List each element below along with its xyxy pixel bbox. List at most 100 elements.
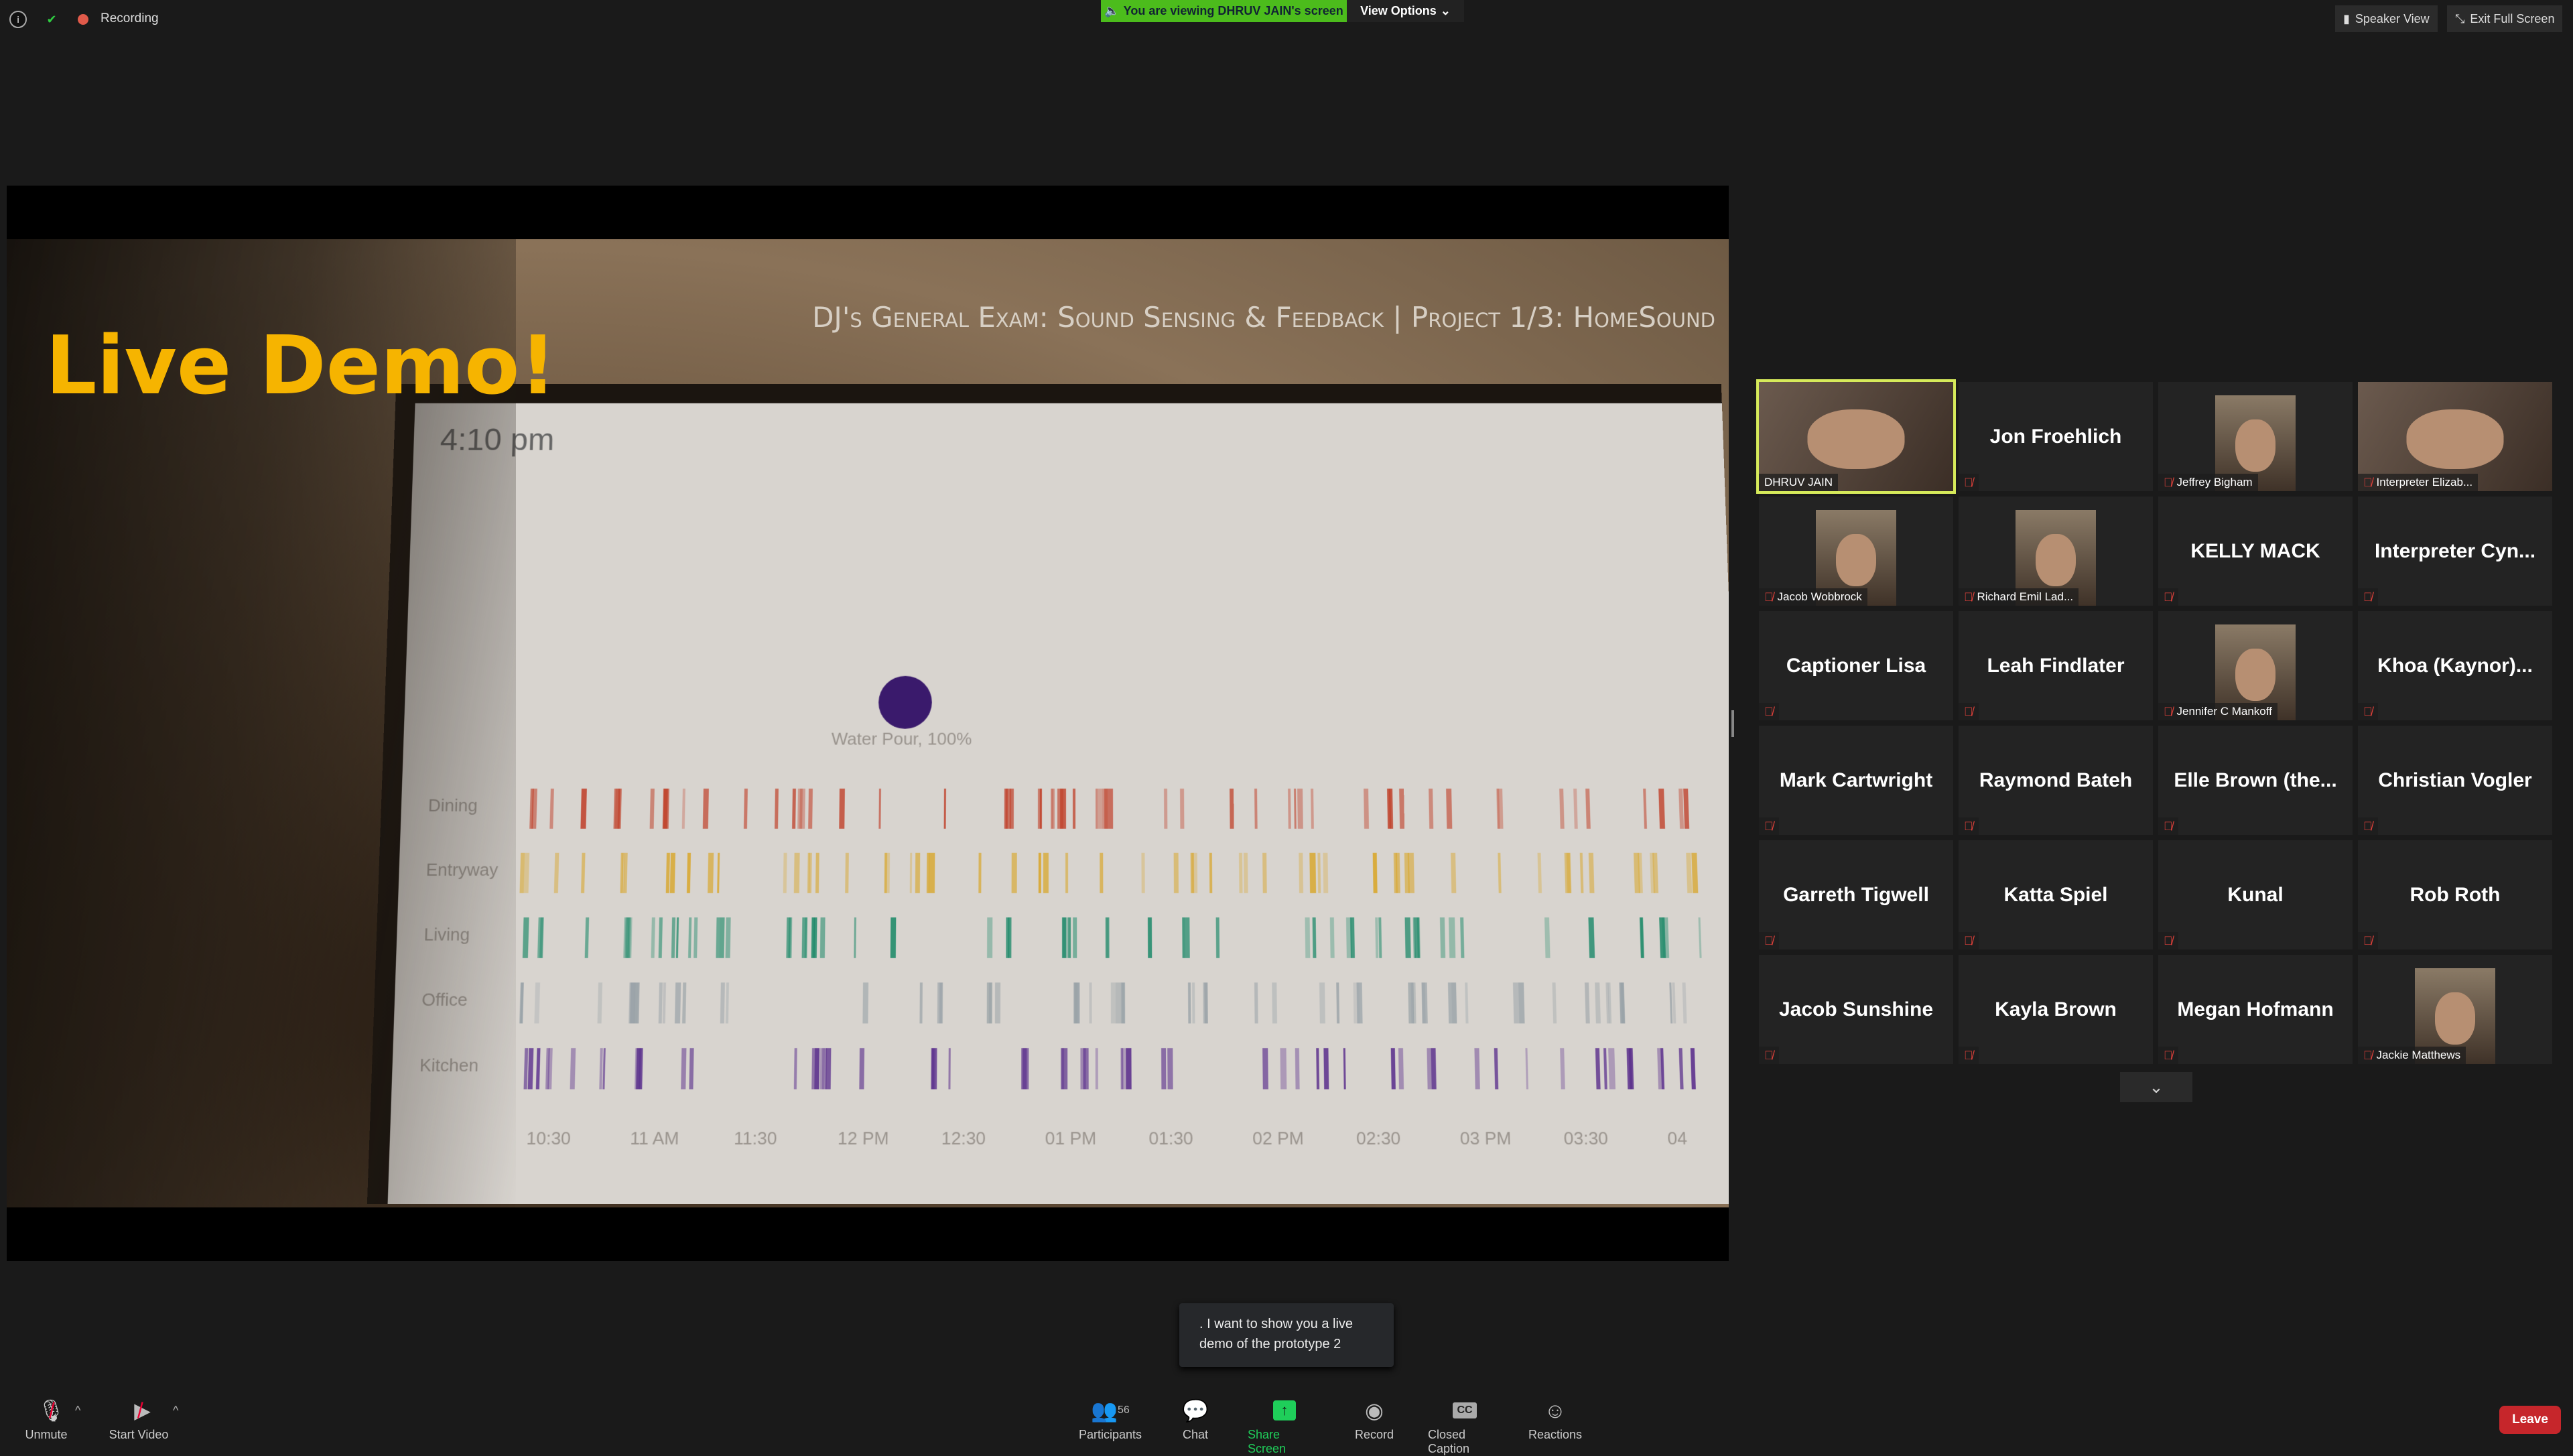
participants-button[interactable]: 👥 56 Participants [1073, 1397, 1147, 1442]
speaker-icon: 🔈 [1104, 4, 1120, 17]
participant-tile[interactable]: Leah Findlater 🎙̸ [1959, 611, 2153, 720]
timeline-event-mark [743, 788, 748, 829]
timeline-event-mark [1585, 982, 1591, 1024]
participant-tile[interactable]: 🎙̸ Jackie Matthews [2358, 955, 2552, 1064]
timeline-event-mark [1167, 1048, 1173, 1089]
participant-tile[interactable]: Elle Brown (the... 🎙̸ [2158, 726, 2353, 835]
info-icon[interactable]: i [9, 11, 27, 28]
timeline-event-mark [794, 852, 800, 894]
next-page-button[interactable]: ⌄ [2120, 1072, 2192, 1102]
participant-tile[interactable]: Jon Froehlich 🎙̸ [1959, 382, 2153, 491]
timeline-event-mark [915, 852, 920, 894]
timeline-event-mark [597, 982, 602, 1024]
participant-tile[interactable]: Kunal 🎙̸ [2158, 840, 2353, 949]
timeline-event-mark [1343, 1048, 1346, 1089]
participant-tile[interactable]: Christian Vogler 🎙̸ [2358, 726, 2552, 835]
recording-label: Recording [101, 11, 159, 25]
timeline-event-mark [1412, 982, 1416, 1024]
participant-tile[interactable]: 🎙̸ Jacob Wobbrock [1759, 497, 1953, 606]
speaker-view-button[interactable]: ▮ Speaker View [2335, 5, 2438, 32]
participant-tile[interactable]: Katta Spiel 🎙̸ [1959, 840, 2153, 949]
name-tag: 🎙̸ [1759, 703, 1779, 720]
timeline-tick-label: 02:30 [1356, 1128, 1401, 1149]
timeline-event-mark [783, 852, 787, 894]
timeline-event-mark [682, 982, 687, 1024]
name-tag: 🎙̸ [2358, 817, 2378, 835]
timeline-event-mark [658, 982, 663, 1024]
timeline-event-mark [1440, 917, 1446, 958]
participant-tile[interactable]: Megan Hofmann 🎙̸ [2158, 955, 2353, 1064]
participant-tile[interactable]: 🎙̸ Jeffrey Bigham [2158, 382, 2353, 491]
timeline-event-mark [1525, 1048, 1529, 1089]
video-options-caret[interactable]: ^ [173, 1404, 178, 1418]
participant-tile[interactable]: Jacob Sunshine 🎙̸ [1759, 955, 1953, 1064]
timeline-event-mark [1518, 982, 1525, 1024]
timeline-event-mark [1691, 852, 1699, 894]
name-tag: 🎙̸ Jeffrey Bigham [2158, 474, 2258, 491]
participant-name: Kunal [2227, 883, 2284, 906]
timeline-event-mark [809, 852, 812, 894]
timeline-event-mark [1559, 788, 1565, 829]
participant-tile[interactable]: Mark Cartwright 🎙̸ [1759, 726, 1953, 835]
participant-tile[interactable]: 🎙̸ Interpreter Elizab... [2358, 382, 2552, 491]
participant-tile[interactable]: DHRUV JAIN [1756, 379, 1956, 494]
shield-icon[interactable]: ✔ [42, 9, 62, 29]
participant-tile[interactable]: Khoa (Kaynor)... 🎙̸ [2358, 611, 2552, 720]
video-off-icon: ▶ / [134, 1398, 151, 1423]
participant-name: Interpreter Elizab... [2376, 476, 2473, 488]
view-options-button[interactable]: View Options ⌄ [1347, 0, 1464, 22]
timeline-event-mark [1652, 852, 1658, 894]
timeline-event-mark [1678, 1048, 1684, 1089]
timeline-event-mark [819, 917, 826, 958]
timeline-event-mark [1067, 917, 1071, 958]
participant-name: Jacob Sunshine [1778, 998, 1934, 1020]
name-tag: 🎙̸ [1959, 1047, 1979, 1064]
resize-handle[interactable] [1731, 710, 1734, 737]
timeline-event-mark [1230, 788, 1234, 829]
unmute-button[interactable]: 🎙 / Unmute [9, 1397, 83, 1442]
start-video-button[interactable]: ▶ / Start Video [102, 1397, 176, 1442]
timeline-event-mark [1607, 982, 1612, 1024]
timeline-event-mark [1683, 788, 1690, 829]
share-screen-icon: ↑ [1273, 1397, 1296, 1424]
participant-tile[interactable]: Rob Roth 🎙̸ [2358, 840, 2552, 949]
reactions-icon: ☺ [1544, 1398, 1567, 1422]
participant-tile[interactable]: Kayla Brown 🎙̸ [1959, 955, 2153, 1064]
name-tag: DHRUV JAIN [1759, 474, 1839, 491]
exit-full-screen-button[interactable]: ⤡ Exit Full Screen [2447, 5, 2563, 32]
name-tag: 🎙̸ [2358, 932, 2378, 949]
participant-tile[interactable]: 🎙̸ Jennifer C Mankoff [2158, 611, 2353, 720]
participant-tile[interactable]: Raymond Bateh 🎙̸ [1959, 726, 2153, 835]
reactions-button[interactable]: ☺ Reactions [1518, 1397, 1592, 1442]
timeline-event-mark [1459, 917, 1465, 958]
timeline-tick-label: 03 PM [1459, 1128, 1512, 1149]
timeline-event-mark [1408, 852, 1414, 894]
timeline-event-mark [1319, 982, 1326, 1024]
muted-mic-icon: 🎙̸ [1964, 933, 1973, 947]
chat-button[interactable]: 💬 Chat [1159, 1397, 1232, 1442]
timeline-event-mark [1010, 788, 1014, 829]
participant-tile[interactable]: Interpreter Cyn... 🎙̸ [2358, 497, 2552, 606]
participant-tile[interactable]: Captioner Lisa 🎙̸ [1759, 611, 1953, 720]
timeline-event-mark [1537, 852, 1542, 894]
muted-mic-icon: 🎙̸ [1764, 704, 1774, 718]
timeline-event-mark [726, 982, 729, 1024]
timeline-event-mark [1298, 852, 1303, 894]
timeline-event-mark [663, 982, 667, 1024]
muted-mic-icon: 🎙̸ [1964, 475, 1973, 489]
timeline-event-mark [663, 788, 669, 829]
participant-tile[interactable]: KELLY MACK 🎙̸ [2158, 497, 2353, 606]
timeline-event-mark [580, 788, 588, 829]
leave-button[interactable]: Leave [2499, 1406, 2561, 1434]
record-button[interactable]: ◉ Record [1337, 1397, 1411, 1442]
muted-mic-icon: 🎙̸ [2363, 819, 2373, 833]
participant-tile[interactable]: 🎙̸ Richard Emil Lad... [1959, 497, 2153, 606]
timeline-event-mark [1682, 982, 1687, 1024]
audio-options-caret[interactable]: ^ [75, 1404, 80, 1418]
timeline-event-mark [1662, 917, 1669, 958]
viewing-banner: 🔈 You are viewing DHRUV JAIN's screen [1101, 0, 1347, 22]
muted-mic-icon: 🎙̸ [2363, 933, 2373, 947]
participant-tile[interactable]: Garreth Tigwell 🎙̸ [1759, 840, 1953, 949]
muted-mic-icon: 🎙̸ [2363, 590, 2373, 604]
timeline-event-mark [1095, 1048, 1099, 1089]
